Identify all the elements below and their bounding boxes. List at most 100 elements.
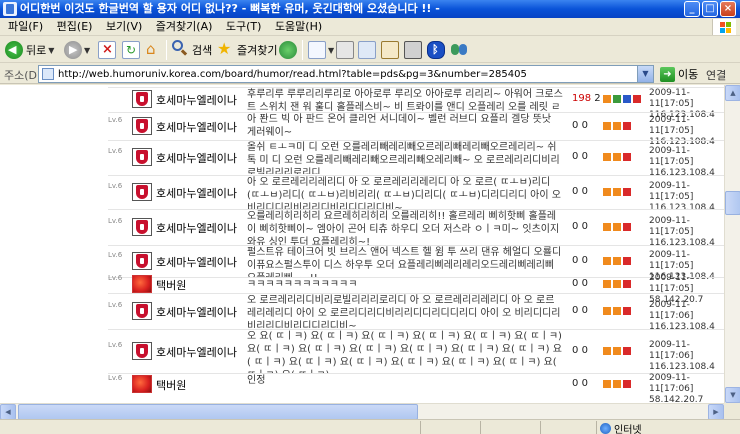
menu-edit[interactable]: 편집(E) bbox=[52, 18, 98, 36]
delete-icon[interactable] bbox=[633, 95, 641, 103]
mail-button[interactable]: ▼ bbox=[308, 39, 334, 61]
menu-favorites[interactable]: 즐겨찾기(A) bbox=[151, 18, 218, 36]
nickname[interactable]: 호세마누엘레이나 bbox=[156, 92, 237, 108]
oppose-icon[interactable] bbox=[613, 188, 621, 196]
oppose-icon[interactable] bbox=[613, 347, 621, 355]
nickname[interactable]: 호세마누엘레이나 bbox=[156, 119, 237, 135]
delete-icon[interactable] bbox=[623, 280, 631, 288]
recommend-icon[interactable] bbox=[603, 280, 611, 288]
up-count: 0 bbox=[572, 120, 579, 131]
nickname[interactable]: 호세마누엘레이나 bbox=[156, 344, 237, 360]
maximize-button[interactable]: □ bbox=[702, 1, 718, 17]
avatar[interactable] bbox=[132, 342, 152, 360]
comment-actions bbox=[603, 280, 631, 288]
oppose-icon[interactable] bbox=[613, 380, 621, 388]
refresh-button[interactable]: ↻ bbox=[122, 39, 140, 61]
edit-icon[interactable] bbox=[623, 95, 631, 103]
delete-icon[interactable] bbox=[623, 307, 631, 315]
vote-counts: 0 0 bbox=[572, 305, 588, 316]
oppose-icon[interactable] bbox=[613, 257, 621, 265]
research-button[interactable] bbox=[381, 39, 399, 61]
nickname[interactable]: 호세마누엘레이나 bbox=[156, 220, 237, 236]
address-dropdown-icon[interactable]: ▼ bbox=[637, 66, 653, 82]
go-button[interactable]: ➜ 이동 bbox=[660, 66, 698, 82]
recommend-icon[interactable] bbox=[603, 122, 611, 130]
nickname[interactable]: 호세마누엘레이나 bbox=[156, 304, 237, 320]
favorites-button[interactable]: ★ 즐겨찾기 bbox=[216, 39, 277, 61]
scroll-up-icon[interactable]: ▲ bbox=[725, 85, 740, 101]
horizontal-scroll-thumb[interactable] bbox=[18, 404, 418, 420]
level-badge: Lv.6 bbox=[108, 116, 123, 124]
scroll-right-icon[interactable]: ▶ bbox=[708, 404, 724, 420]
bluetooth-button[interactable]: ᛒ bbox=[427, 39, 445, 61]
nickname[interactable]: 호세마누엘레이나 bbox=[156, 150, 237, 166]
avatar[interactable] bbox=[132, 183, 152, 201]
delete-icon[interactable] bbox=[623, 257, 631, 265]
delete-icon[interactable] bbox=[623, 347, 631, 355]
scroll-down-icon[interactable]: ▼ bbox=[725, 387, 740, 403]
back-dropdown-icon[interactable]: ▼ bbox=[48, 46, 54, 55]
nickname[interactable]: 호세마누엘레이나 bbox=[156, 185, 237, 201]
recommend-icon[interactable] bbox=[603, 347, 611, 355]
back-button[interactable]: 뒤로 ▼ bbox=[5, 39, 54, 61]
avatar[interactable] bbox=[132, 90, 152, 108]
edit-button[interactable] bbox=[358, 39, 376, 61]
nickname[interactable]: 호세마누엘레이나 bbox=[156, 254, 237, 270]
horizontal-scrollbar[interactable]: ◀ ▶ bbox=[0, 403, 724, 420]
people-button[interactable] bbox=[451, 39, 469, 61]
forward-button[interactable]: ▼ bbox=[64, 39, 90, 61]
menu-file[interactable]: 파일(F) bbox=[3, 18, 48, 36]
search-button[interactable]: 검색 bbox=[171, 39, 212, 61]
print-button[interactable] bbox=[336, 39, 354, 61]
delete-icon[interactable] bbox=[623, 188, 631, 196]
close-button[interactable]: × bbox=[720, 1, 736, 17]
address-input[interactable]: http://web.humoruniv.korea.com/board/hum… bbox=[38, 65, 654, 83]
recommend-icon[interactable] bbox=[603, 188, 611, 196]
recommend-icon[interactable] bbox=[603, 153, 611, 161]
up-count: 0 bbox=[572, 305, 579, 316]
minimize-button[interactable]: _ bbox=[684, 1, 700, 17]
home-button[interactable]: ⌂ bbox=[145, 39, 163, 61]
recommend-icon[interactable] bbox=[603, 95, 611, 103]
links-toolbar[interactable]: 연결 bbox=[706, 67, 726, 83]
nickname[interactable]: 택버원 bbox=[156, 277, 186, 293]
recommend-icon[interactable] bbox=[603, 380, 611, 388]
recommend-icon[interactable] bbox=[603, 257, 611, 265]
oppose-icon[interactable] bbox=[613, 153, 621, 161]
history-button[interactable] bbox=[279, 39, 297, 61]
vertical-scroll-thumb[interactable] bbox=[725, 191, 740, 215]
oppose-icon[interactable] bbox=[613, 280, 621, 288]
vertical-scrollbar[interactable]: ▲ ▼ bbox=[724, 85, 740, 403]
avatar[interactable] bbox=[132, 148, 152, 166]
level-badge: Lv.6 bbox=[108, 251, 123, 259]
vote-counts: 0 0 bbox=[572, 278, 588, 289]
avatar[interactable] bbox=[132, 375, 152, 393]
address-url[interactable]: http://web.humoruniv.korea.com/board/hum… bbox=[58, 67, 527, 82]
oppose-icon[interactable] bbox=[613, 223, 621, 231]
oppose-icon[interactable] bbox=[613, 122, 621, 130]
stop-button[interactable]: × bbox=[98, 39, 116, 61]
avatar[interactable] bbox=[132, 218, 152, 236]
reply-icon[interactable] bbox=[613, 95, 621, 103]
avatar[interactable] bbox=[132, 117, 152, 135]
comment-date: 2009-11-11[17:05] bbox=[649, 216, 694, 237]
avatar[interactable] bbox=[132, 275, 152, 293]
comment-date: 2009-11-11[17:05] bbox=[649, 146, 694, 167]
avatar[interactable] bbox=[132, 302, 152, 320]
mail-dropdown-icon[interactable]: ▼ bbox=[328, 46, 334, 55]
forward-dropdown-icon[interactable]: ▼ bbox=[84, 46, 90, 55]
menu-help[interactable]: 도움말(H) bbox=[270, 18, 327, 36]
avatar[interactable] bbox=[132, 252, 152, 270]
menu-tools[interactable]: 도구(T) bbox=[221, 18, 267, 36]
delete-icon[interactable] bbox=[623, 153, 631, 161]
recommend-icon[interactable] bbox=[603, 223, 611, 231]
nickname[interactable]: 택버원 bbox=[156, 377, 186, 393]
menu-view[interactable]: 보기(V) bbox=[101, 18, 147, 36]
delete-icon[interactable] bbox=[623, 122, 631, 130]
oppose-icon[interactable] bbox=[613, 307, 621, 315]
recommend-icon[interactable] bbox=[603, 307, 611, 315]
delete-icon[interactable] bbox=[623, 223, 631, 231]
delete-icon[interactable] bbox=[623, 380, 631, 388]
scroll-left-icon[interactable]: ◀ bbox=[0, 404, 16, 420]
messenger-button[interactable] bbox=[404, 39, 422, 61]
